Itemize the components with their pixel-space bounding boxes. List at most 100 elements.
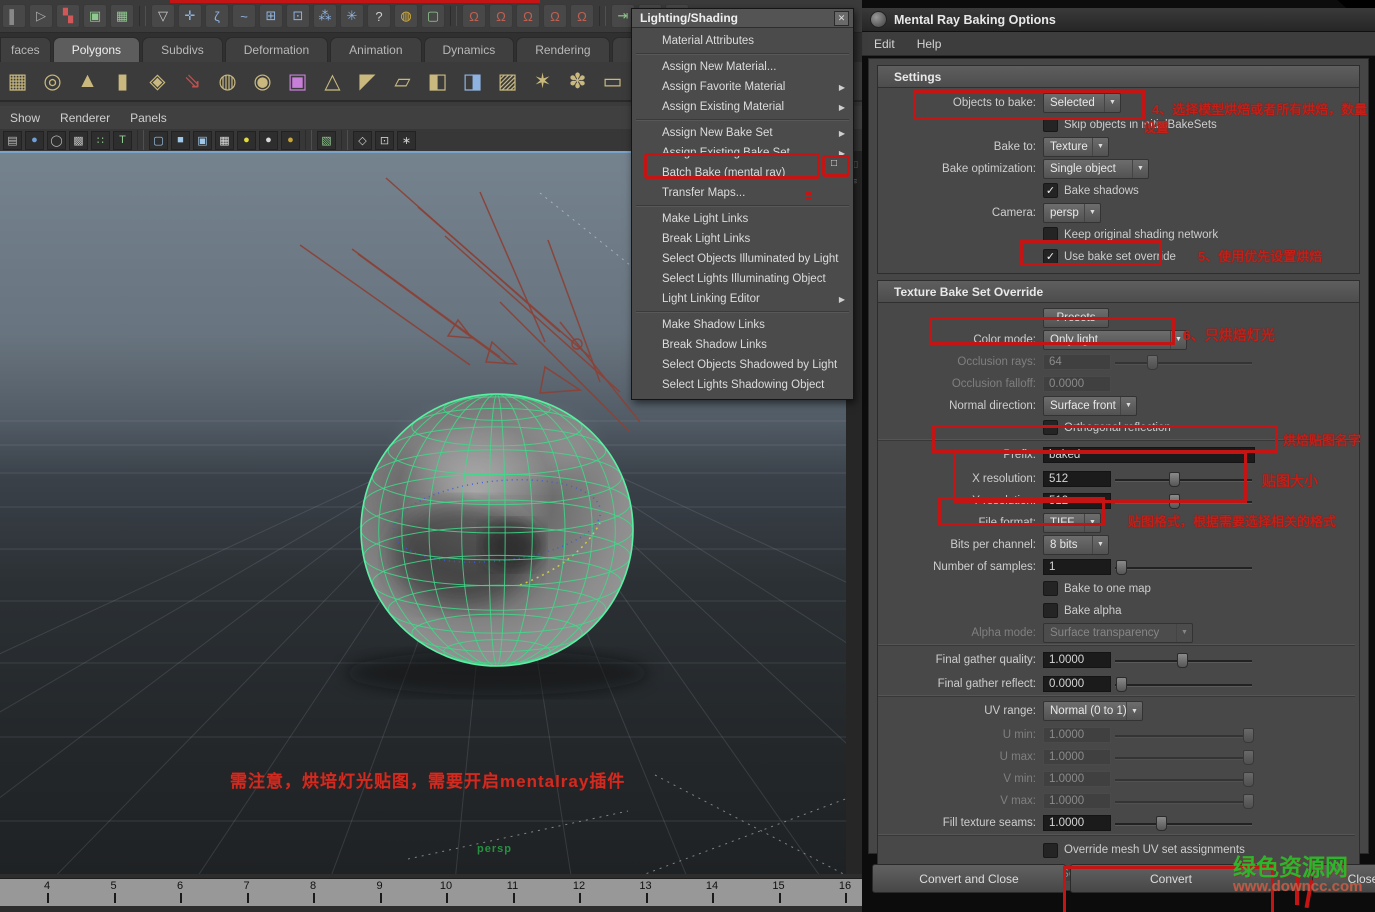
- snap-to-grid-icon[interactable]: Ω: [462, 4, 486, 28]
- settings-header[interactable]: Settings: [878, 66, 1359, 88]
- close-icon[interactable]: ✕: [834, 11, 849, 26]
- panel-grip-icon[interactable]: ▌: [2, 4, 26, 28]
- select-component-icon[interactable]: ▦: [110, 4, 134, 28]
- help-menu[interactable]: Help: [917, 37, 942, 51]
- shelf-tab-dynamics[interactable]: Dynamics: [424, 37, 515, 62]
- fill-texture-seams-input[interactable]: 1.0000: [1043, 815, 1111, 831]
- circle-icon[interactable]: ◯: [47, 131, 66, 150]
- bake-to-one-map-checkbox[interactable]: ✓: [1043, 581, 1058, 596]
- layered-view-icon[interactable]: ⊡: [375, 131, 394, 150]
- menu-item-assign-new-material[interactable]: Assign New Material...: [632, 57, 853, 77]
- menu-item-assign-favorite-material[interactable]: Assign Favorite Material▶: [632, 77, 853, 97]
- v-min-slider[interactable]: [1115, 771, 1252, 787]
- y-resolution-slider[interactable]: [1115, 493, 1252, 509]
- curve-tool-icon[interactable]: ~: [232, 4, 256, 28]
- shelf-tab-subdivs[interactable]: Subdivs: [142, 37, 223, 62]
- texture-t-icon[interactable]: T: [113, 131, 132, 150]
- select-area-icon[interactable]: ▢: [421, 4, 445, 28]
- poly-torus-icon[interactable]: ◎: [37, 66, 68, 97]
- snap-to-point-icon[interactable]: Ω: [516, 4, 540, 28]
- light-white-icon[interactable]: ●: [259, 131, 278, 150]
- y-resolution-input[interactable]: 512: [1043, 493, 1111, 509]
- presets-button[interactable]: Presets: [1043, 308, 1109, 328]
- select-object-icon[interactable]: ▣: [83, 4, 107, 28]
- shelf-tab-animation[interactable]: Animation: [330, 37, 421, 62]
- window-titlebar[interactable]: Mental Ray Baking Options: [862, 8, 1375, 32]
- use-bake-set-override-checkbox[interactable]: ✓: [1043, 249, 1058, 264]
- bake-optimization-dropdown[interactable]: Single object ▼: [1043, 159, 1149, 179]
- u-min-input[interactable]: 1.0000: [1043, 727, 1111, 743]
- occlusion-rays-slider[interactable]: [1115, 354, 1252, 370]
- orthogonal-reflection-checkbox[interactable]: ✓: [1043, 420, 1058, 435]
- v-max-slider[interactable]: [1115, 793, 1252, 809]
- snap-to-view-plane-icon[interactable]: Ω: [570, 4, 594, 28]
- shelf-tab-rendering[interactable]: Rendering: [516, 37, 609, 62]
- x-resolution-slider[interactable]: [1115, 471, 1252, 487]
- poly-arrow-icon[interactable]: ⇘: [177, 66, 208, 97]
- poly-reduce-icon[interactable]: ▭: [597, 66, 628, 97]
- camera-dropdown[interactable]: persp ▼: [1043, 203, 1101, 223]
- convert-button[interactable]: Convert: [1070, 864, 1272, 893]
- menu-item-break-light-links[interactable]: Break Light Links: [632, 229, 853, 249]
- menu-item-assign-new-bake-set[interactable]: Assign New Bake Set▶: [632, 123, 853, 143]
- directional-light-rays[interactable]: [300, 178, 640, 432]
- bake-alpha-checkbox[interactable]: ✓: [1043, 603, 1058, 618]
- poly-cube-face-icon[interactable]: ◨: [457, 66, 488, 97]
- move-tool-icon[interactable]: ✛: [178, 4, 202, 28]
- menu-item-transfer-maps[interactable]: Transfer Maps...: [632, 183, 853, 203]
- keep-original-checkbox[interactable]: ✓: [1043, 227, 1058, 242]
- objects-to-bake-dropdown[interactable]: Selected ▼: [1043, 93, 1121, 113]
- poly-sphere-icon[interactable]: ◉: [247, 66, 278, 97]
- bake-shadows-checkbox[interactable]: ✓: [1043, 183, 1058, 198]
- arrow-cursor-icon[interactable]: ▷: [29, 4, 53, 28]
- v-max-input[interactable]: 1.0000: [1043, 793, 1111, 809]
- joint-tool-icon[interactable]: ζ: [205, 4, 229, 28]
- normal-direction-dropdown[interactable]: Surface front ▼: [1043, 396, 1137, 416]
- poly-split-icon[interactable]: ◧: [422, 66, 453, 97]
- alpha-mode-dropdown[interactable]: Surface transparency ▼: [1043, 623, 1193, 643]
- bake-to-dropdown[interactable]: Texture ▼: [1043, 137, 1109, 157]
- override-header[interactable]: Texture Bake Set Override: [878, 281, 1359, 303]
- final-gather-reflect-slider[interactable]: [1115, 676, 1252, 692]
- wireframe-cube-icon[interactable]: ▢: [149, 131, 168, 150]
- file-format-dropdown[interactable]: TIFF ▼: [1043, 513, 1101, 533]
- final-gather-quality-slider[interactable]: [1115, 652, 1252, 668]
- checker-cube-icon[interactable]: ▦: [215, 131, 234, 150]
- shelf-tab-faces[interactable]: faces: [0, 37, 51, 62]
- film-gate-icon[interactable]: ▤: [3, 131, 22, 150]
- poly-pyramid-icon[interactable]: △: [317, 66, 348, 97]
- override-mesh-uv-checkbox[interactable]: ✓: [1043, 843, 1058, 858]
- color-mode-dropdown[interactable]: Only light ▼: [1043, 330, 1187, 350]
- close-button[interactable]: Close: [1312, 864, 1375, 893]
- poly-cylinder-icon[interactable]: ▮: [107, 66, 138, 97]
- v-min-input[interactable]: 1.0000: [1043, 771, 1111, 787]
- help-icon[interactable]: ?: [367, 4, 391, 28]
- menu-item-light-linking-editor[interactable]: Light Linking Editor▶: [632, 289, 853, 309]
- light-yellow-icon[interactable]: ●: [237, 131, 256, 150]
- grid-icon[interactable]: ⊞: [259, 4, 283, 28]
- menu-item-break-shadow-links[interactable]: Break Shadow Links: [632, 335, 853, 355]
- poly-spikes-icon[interactable]: ✶: [527, 66, 558, 97]
- shaded-cube-icon[interactable]: ■: [171, 131, 190, 150]
- menu-item-select-lights-shadowing-object[interactable]: Select Lights Shadowing Object: [632, 375, 853, 395]
- isolate-cube-icon[interactable]: ◇: [353, 131, 372, 150]
- poly-plane-icon[interactable]: ▦: [2, 66, 33, 97]
- snap-to-projected-center-icon[interactable]: Ω: [543, 4, 567, 28]
- menu-item-select-objects-shadowed-by-light[interactable]: Select Objects Shadowed by Light: [632, 355, 853, 375]
- poly-smooth-icon[interactable]: ✽: [562, 66, 593, 97]
- occlusion-falloff-input[interactable]: 0.0000: [1043, 376, 1111, 392]
- menu-item-assign-existing-bake-set[interactable]: Assign Existing Bake Set▶: [632, 143, 853, 163]
- poly-cone-icon[interactable]: ▲: [72, 66, 103, 97]
- paint-effects-icon[interactable]: ✳: [340, 4, 364, 28]
- menu-item-assign-existing-material[interactable]: Assign Existing Material▶: [632, 97, 853, 117]
- vertex-color-icon[interactable]: ∷: [91, 131, 110, 150]
- u-max-slider[interactable]: [1115, 749, 1252, 765]
- poly-platonic-icon[interactable]: ◈: [142, 66, 173, 97]
- transform-icon[interactable]: ⊡: [286, 4, 310, 28]
- highlight-mode-icon[interactable]: ▽: [151, 4, 175, 28]
- poly-ramp-icon[interactable]: ▨: [492, 66, 523, 97]
- textured-cube-icon[interactable]: ▣: [282, 66, 313, 97]
- number-of-samples-input[interactable]: 1: [1043, 559, 1111, 575]
- select-hierarchy-icon[interactable]: ▚: [56, 4, 80, 28]
- panel-menu-panels[interactable]: Panels: [130, 111, 167, 125]
